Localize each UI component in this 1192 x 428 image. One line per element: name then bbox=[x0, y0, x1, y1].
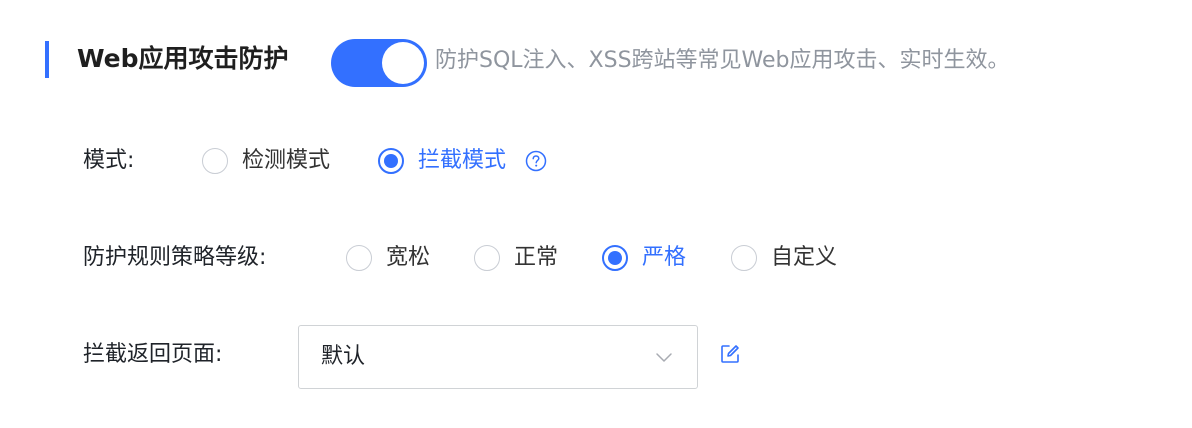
section-description: 防护SQL注入、XSS跨站等常见Web应用攻击、实时生效。 bbox=[435, 48, 1010, 73]
section-title: Web应用攻击防护 bbox=[77, 44, 289, 73]
radio-circle bbox=[474, 245, 500, 271]
radio-label: 严格 bbox=[642, 245, 687, 270]
question-circle-icon[interactable] bbox=[525, 150, 547, 172]
block-page-label: 拦截返回页面: bbox=[83, 342, 223, 367]
section-accent-bar bbox=[45, 41, 49, 78]
radio-detect-mode[interactable]: 检测模式 bbox=[202, 144, 330, 178]
radio-block-mode[interactable]: 拦截模式 bbox=[378, 144, 506, 178]
edit-icon[interactable] bbox=[719, 343, 741, 365]
block-page-select[interactable]: 默认 bbox=[298, 325, 698, 389]
waf-settings-panel: Web应用攻击防护 防护SQL注入、XSS跨站等常见Web应用攻击、实时生效。 … bbox=[0, 0, 1192, 428]
radio-circle bbox=[378, 148, 404, 174]
radio-level-strict[interactable]: 严格 bbox=[602, 241, 686, 275]
mode-label: 模式: bbox=[83, 148, 135, 173]
rule-level-label: 防护规则策略等级: bbox=[83, 245, 267, 270]
radio-level-normal[interactable]: 正常 bbox=[474, 241, 558, 275]
radio-label: 宽松 bbox=[386, 245, 431, 270]
radio-level-custom[interactable]: 自定义 bbox=[731, 241, 837, 275]
chevron-down-icon bbox=[656, 353, 672, 362]
radio-circle bbox=[602, 245, 628, 271]
radio-circle bbox=[731, 245, 757, 271]
select-value: 默认 bbox=[321, 344, 366, 369]
toggle-knob bbox=[382, 42, 424, 84]
radio-label: 正常 bbox=[514, 245, 559, 270]
radio-label: 自定义 bbox=[771, 245, 838, 270]
radio-level-loose[interactable]: 宽松 bbox=[346, 241, 430, 275]
radio-label: 拦截模式 bbox=[418, 148, 507, 173]
waf-enable-toggle[interactable] bbox=[331, 39, 427, 87]
radio-circle bbox=[346, 245, 372, 271]
radio-circle bbox=[202, 148, 228, 174]
radio-label: 检测模式 bbox=[242, 148, 331, 173]
